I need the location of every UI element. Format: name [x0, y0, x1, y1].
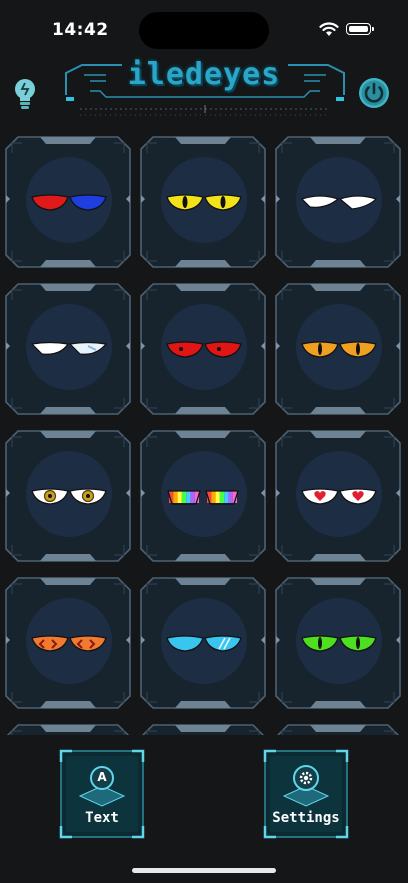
eyes-icon	[300, 195, 378, 210]
eye-preset-partial[interactable]	[4, 723, 132, 735]
eye-preset-partial[interactable]	[274, 723, 402, 735]
text-icon-letter: A	[97, 770, 107, 784]
eyes-icon	[166, 635, 242, 652]
eye-preset-orange-chevrons[interactable]	[4, 576, 132, 710]
eye-preset-orange-cat[interactable]	[274, 282, 402, 416]
eye-preset-hearts[interactable]	[274, 429, 402, 563]
eye-preset-white-sleepy-left[interactable]	[4, 282, 132, 416]
eye-preset-red-angry[interactable]	[139, 282, 267, 416]
eyes-icon	[31, 488, 107, 505]
text-button[interactable]: A Text	[58, 748, 146, 840]
dynamic-island	[139, 12, 269, 49]
status-bar: 14:42	[0, 0, 408, 60]
app-header: iledeyes	[0, 55, 408, 130]
eye-preset-golden-rings[interactable]	[4, 429, 132, 563]
eye-preset-white-sleepy[interactable]	[274, 135, 402, 269]
text-button-frame	[59, 749, 145, 839]
eye-preset-rainbow-stripes[interactable]	[139, 429, 267, 563]
home-indicator	[132, 868, 276, 873]
settings-button[interactable]: Settings	[262, 748, 350, 840]
battery-icon	[346, 23, 374, 35]
settings-button-frame	[263, 749, 349, 839]
gear-icon	[299, 771, 313, 785]
eye-preset-partial[interactable]	[139, 723, 267, 735]
text-button-label: Text	[85, 810, 119, 826]
eyes-icon	[301, 488, 377, 505]
eyes-icon	[30, 341, 108, 355]
eye-preset-green-cat[interactable]	[274, 576, 402, 710]
eyes-icon	[31, 194, 107, 211]
eye-preset-yellow-cat[interactable]	[139, 135, 267, 269]
power-icon[interactable]	[358, 77, 390, 109]
light-bulb-icon[interactable]	[11, 77, 39, 111]
eyes-icon	[301, 635, 377, 652]
eye-preset-cyan-shiny[interactable]	[139, 576, 267, 710]
status-time: 14:42	[52, 20, 109, 40]
eyes-icon	[166, 341, 242, 358]
eyes-icon	[167, 490, 239, 505]
eyes-icon	[31, 635, 107, 652]
wifi-icon	[319, 22, 339, 36]
eye-preset-grid	[0, 135, 408, 735]
settings-button-label: Settings	[272, 810, 340, 826]
eyes-icon	[301, 341, 377, 358]
eyes-icon	[166, 194, 242, 211]
eye-preset-red-blue[interactable]	[4, 135, 132, 269]
app-logo-title: iledeyes	[127, 57, 281, 92]
